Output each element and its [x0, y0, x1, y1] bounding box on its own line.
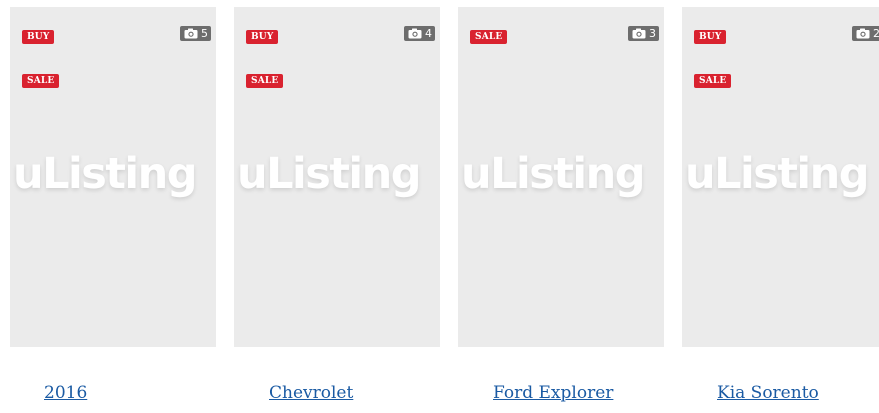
- listing-title-link[interactable]: Ford Explorer: [493, 382, 613, 404]
- sale-badge: SALE: [470, 30, 508, 44]
- sale-badge: SALE: [22, 74, 60, 88]
- camera-icon: [184, 28, 198, 39]
- listing-title-link[interactable]: 2016: [44, 382, 87, 404]
- listing-card-image[interactable]: BUY SALE 4 uListing: [234, 7, 440, 347]
- photo-count-badge: 5: [180, 26, 211, 41]
- ulisting-watermark: uListing: [461, 149, 646, 199]
- photo-count-badge: 3: [628, 26, 659, 41]
- camera-icon: [856, 28, 870, 39]
- ulisting-watermark: uListing: [13, 149, 198, 199]
- buy-badge: BUY: [694, 30, 727, 44]
- listing-grid: BUY SALE 5 uListing BUY SALE 4 uListing …: [0, 0, 879, 413]
- photo-count-value: 2: [873, 27, 879, 40]
- listing-card-image[interactable]: BUY SALE 2 uListing: [682, 7, 879, 347]
- listing-title-link[interactable]: Chevrolet: [269, 382, 353, 404]
- camera-icon: [632, 28, 646, 39]
- photo-count-value: 5: [201, 27, 208, 40]
- photo-count-badge: 2: [852, 26, 879, 41]
- buy-badge: BUY: [246, 30, 279, 44]
- buy-badge: BUY: [22, 30, 55, 44]
- photo-count-value: 4: [425, 27, 432, 40]
- ulisting-watermark: uListing: [237, 149, 422, 199]
- listing-card-image[interactable]: SALE 3 uListing: [458, 7, 664, 347]
- photo-count-value: 3: [649, 27, 656, 40]
- sale-badge: SALE: [694, 74, 732, 88]
- photo-count-badge: 4: [404, 26, 435, 41]
- ulisting-watermark: uListing: [685, 149, 870, 199]
- listing-card-image[interactable]: BUY SALE 5 uListing: [10, 7, 216, 347]
- sale-badge: SALE: [246, 74, 284, 88]
- listing-title-link[interactable]: Kia Sorento: [717, 382, 819, 404]
- camera-icon: [408, 28, 422, 39]
